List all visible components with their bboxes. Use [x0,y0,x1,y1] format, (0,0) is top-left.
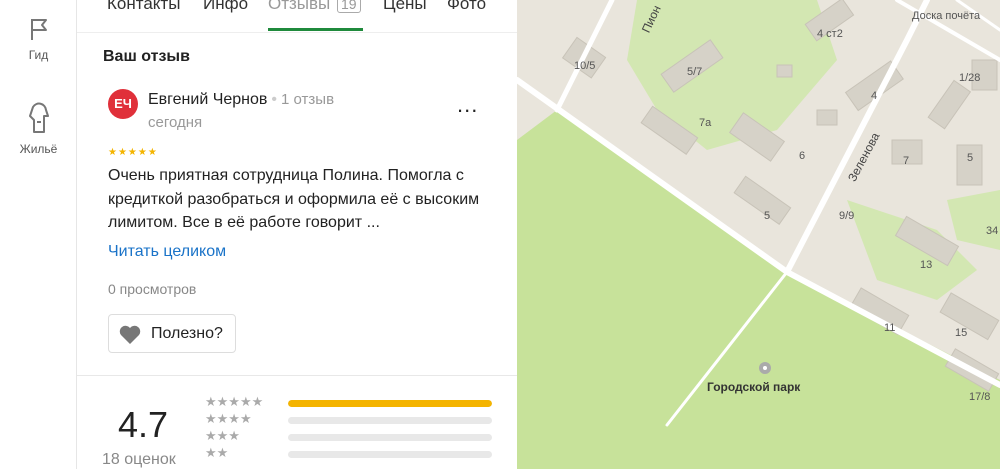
rail-item-guide[interactable]: Гид [0,16,77,62]
map-building-label: 9/9 [839,210,855,222]
useful-label: Полезно? [151,325,223,342]
org-panel: Контакты Инфо Отзывы 19 Цены Фото Ваш от… [77,0,517,469]
map-building-label: 11 [884,322,896,334]
map[interactable]: Пион Зеленова 10/5 5/7 7а 6 5 4 ст2 4 7 … [517,0,1000,469]
average-rating: 4.7 [118,404,169,445]
rating-distribution-row: ★★★ [205,428,505,444]
active-tab-indicator [268,28,363,31]
review-stars: ★★★★★ [108,147,158,158]
tab-photos[interactable]: Фото [447,0,486,14]
rail-item-label: Жильё [19,142,58,156]
map-building-label: 5 [967,152,974,164]
rating-distribution-row: ★★★★ [205,411,505,427]
tab-info[interactable]: Инфо [203,0,248,14]
more-options-button[interactable]: ... [457,92,478,118]
avatar[interactable]: ЕЧ [108,89,138,119]
tab-reviews[interactable]: Отзывы 19 [268,0,361,14]
distribution-stars: ★★ [205,445,229,460]
flag-icon [30,19,47,40]
map-building-label: 5 [764,210,771,222]
distribution-bar [288,451,492,458]
map-building-label: 15 [955,327,968,339]
rating-distribution-row: ★★ [205,445,505,461]
tabs: Контакты Инфо Отзывы 19 Цены Фото [77,0,517,33]
park-label[interactable]: Городской парк [707,380,800,394]
distribution-stars: ★★★★ [205,411,252,426]
review-text: Очень приятная сотрудница Полина. Помогл… [108,167,480,231]
tab-contacts[interactable]: Контакты [107,0,180,14]
map-building-label: 34 [986,225,999,237]
house-icon [28,102,49,133]
map-building-label: 13 [920,259,933,271]
left-rail: Гид Жильё [0,0,77,469]
rail-item-housing[interactable]: Жильё [0,102,77,156]
rating-distribution-row: ★★★★★ [205,394,505,410]
review-author: Евгений Чернов • 1 отзыв [148,91,335,108]
map-building-label: 4 [871,90,878,102]
reviews-count-badge: 19 [337,0,361,13]
review-date: сегодня [148,114,203,131]
tab-prices[interactable]: Цены [383,0,427,14]
rating-count: 18 оценок [102,451,176,468]
rail-item-label: Гид [28,48,49,62]
useful-button[interactable]: Полезно? [108,314,236,353]
map-building-label: 5/7 [687,66,703,78]
map-building-label: 7 [903,155,910,167]
map-building-label: 7а [699,117,712,129]
review-views: 0 просмотров [108,281,197,297]
map-building-label: 10/5 [574,60,596,72]
distribution-bar [288,417,492,424]
distribution-stars: ★★★ [205,428,240,443]
author-name[interactable]: Евгений Чернов [148,91,267,108]
your-review-title: Ваш отзыв [103,48,190,65]
author-review-count: 1 отзыв [281,91,335,108]
distribution-bar [288,400,492,407]
map-building-label: Доска почёта [912,10,981,22]
map-building-label: 1/28 [959,72,981,84]
distribution-stars: ★★★★★ [205,394,264,409]
map-building-label: 6 [799,150,806,162]
map-building-label: 4 ст2 [817,28,843,40]
map-building-label: 17/8 [969,391,991,403]
read-more-link[interactable]: Читать целиком [108,243,226,261]
distribution-bar [288,434,492,441]
heart-icon [119,325,141,344]
